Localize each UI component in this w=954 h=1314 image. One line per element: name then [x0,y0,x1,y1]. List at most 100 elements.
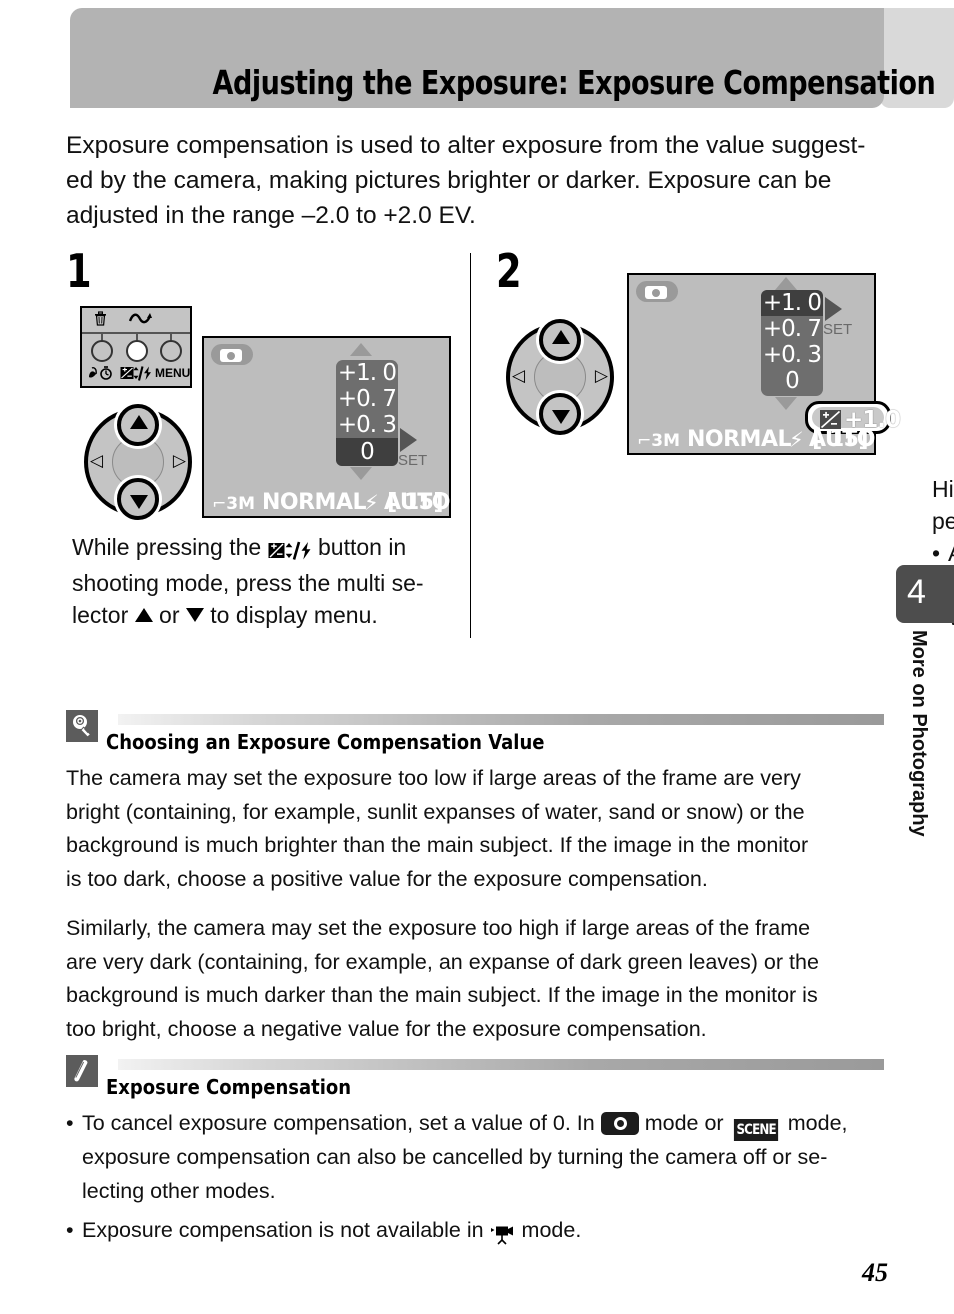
exposure-menu-step2: +1. 0 +0. 7 +0. 3 0 [761,290,823,396]
pencil-icon [66,1055,98,1087]
note-bullet-1-text-b: mode or [644,1111,724,1135]
menu-value-1[interactable]: +0. 7 [761,316,823,342]
note-bullet-1-line-2: exposure compensation can also be cancel… [82,1145,828,1169]
caption-1-text-a: While pressing the [72,534,262,560]
trash-icon [94,311,107,330]
lightbulb-icon [66,710,98,742]
trash-icon-svg [95,311,106,326]
steps-section: 1 MENU ◁ ▷ +1. 0 +0. 7 +0. 3 0 SET ⌐3M N… [60,248,954,640]
note-bullet-1-text-a: To cancel exposure compensation, set a v… [82,1111,595,1135]
steps-divider [470,253,471,638]
chapter-label: More on Photography [908,630,930,837]
camera-mode-icon [645,286,667,299]
button-macro-selftimer[interactable] [91,340,113,362]
note-bullet-2-line-1: • Exposure compensation is not available… [66,1214,884,1252]
menu-value-2[interactable]: +0. 3 [336,412,398,438]
note-bullet-2-text-b: mode. [521,1218,582,1242]
caption-1-line3-a: lector [72,602,129,628]
lcd-scroll-down-icon-step1 [350,467,372,480]
note-header-bar [118,1059,884,1070]
lcd-set-arrow-icon-step1 [400,428,417,452]
note-p1-line2: bright (containing, for example, sunlit … [66,799,805,824]
menu-value-1[interactable]: +0. 7 [336,386,398,412]
note-bullet-2-text-a: Exposure compensation is not available i… [82,1218,484,1242]
status-frame-count-step2: [ 15] [812,427,868,452]
note-body: • To cancel exposure compensation, set a… [66,1107,884,1258]
note-bullet-2: • Exposure compensation is not available… [66,1214,884,1252]
note-bullet-1-text-c: mode, [787,1111,848,1135]
menu-value-3[interactable]: 0 [761,368,823,394]
multi-selector-dial-step1[interactable]: ◁ ▷ [84,404,192,520]
intro-line-1: Exposure compensation is used to alter e… [66,132,866,159]
lcd-scroll-down-icon-step2 [775,397,797,410]
camera-mode-icon [600,1112,639,1135]
dial-right-arrow-icon[interactable]: ▷ [595,368,608,385]
note-p2-line2: are very dark (containing, for example, … [66,949,819,974]
step-2: 2 ◁ ▷ +1. 0 +0. 7 +0. 3 0 SET +1.0 ⌐3M N… [496,248,954,630]
menu-value-0[interactable]: +1. 0 [336,360,398,386]
step-1-caption-line-1: While pressing the button in [72,531,464,567]
lcd-monitor-step2: +1. 0 +0. 7 +0. 3 0 SET +1.0 ⌐3M NORMAL … [627,273,901,455]
bullet-dot: • [66,1218,74,1242]
lcd-scroll-up-icon-step2 [775,277,797,290]
status-flash-bolt-icon-step1: ⚡ [364,491,379,515]
status-flash-bolt-icon-step2: ⚡ [789,428,804,452]
step-1: 1 MENU ◁ ▷ +1. 0 +0. 7 +0. 3 0 SET ⌐3M N… [66,248,466,628]
note-p1-line3: background is much brighter than the mai… [66,833,809,857]
label-exposure-flash-icon [120,366,152,385]
caption-1-line3-b: to display menu. [210,602,378,628]
lcd-status-bar-step2: ⌐3M NORMAL ⚡ AUTO [ 15] [629,423,875,453]
lcd-mode-badge-step2 [636,281,678,302]
status-frame-count-step1: [ 15] [387,490,443,515]
page-title-bar: Adjusting the Exposure: Exposure Compens… [70,8,936,108]
chapter-tab: 4 [896,565,954,623]
pencil-icon-svg [73,1058,89,1083]
menu-value-3-selected[interactable]: 0 [336,438,398,466]
label-macro-selftimer-icon [87,366,113,384]
menu-value-2[interactable]: +0. 3 [761,342,823,368]
transfer-icon [128,311,153,329]
menu-value-0-selected[interactable]: +1. 0 [761,290,823,316]
note-p2-line1: Similarly, the camera may set the exposu… [66,916,811,940]
dial-left-arrow-icon[interactable]: ◁ [512,368,525,385]
step-1-caption-line-3: lector or to display menu. [72,599,464,631]
down-triangle-icon [185,608,204,622]
note-p1-line4: is too dark, choose a positive value for… [66,866,708,891]
button-menu[interactable] [160,340,182,362]
note-paragraph-2: Similarly, the camera may set the exposu… [66,912,884,1046]
step-2-caption-line-2: pensation value. [932,508,954,534]
dial-left-arrow-icon[interactable]: ◁ [90,453,103,470]
lcd-status-bar-step1: ⌐3M NORMAL ⚡ AUTO [ 15] [204,486,450,516]
note-title: Exposure Compensation [106,1075,352,1099]
note-bullet-1: • To cancel exposure compensation, set a… [66,1107,884,1208]
camera-mode-icon [220,349,242,362]
lcd-monitor-step1: +1. 0 +0. 7 +0. 3 0 SET ⌐3M NORMAL ⚡ AUT… [202,336,451,518]
dial-right-arrow-icon[interactable]: ▷ [173,453,186,470]
multi-selector-dial-step2[interactable]: ◁ ▷ [506,319,614,435]
note-bullet-1-line-1: • To cancel exposure compensation, set a… [66,1107,884,1141]
note-title: Choosing an Exposure Compensation Value [106,730,545,754]
note-p2-line4: too bright, choose a negative value for … [66,1016,707,1041]
lcd-scroll-up-icon-step1 [350,343,372,356]
lcd-mode-badge-step1 [211,344,253,365]
button-exposure-flash[interactable] [126,340,148,362]
step-2-bullet-text-a: At values other than 0, the [948,540,954,566]
note-header-bar [118,714,884,725]
note-p1-line1: The camera may set the exposure too low … [66,766,801,790]
step-2-caption-line-1: Highlight desired exposure com- [932,476,954,502]
ev-flash-button-icon [268,535,312,567]
caption-1-line3-mid: or [159,602,180,628]
chapter-number: 4 [907,573,926,611]
manual-page: Adjusting the Exposure: Exposure Compens… [0,0,954,1314]
intro-line-3: adjusted in the range –2.0 to +2.0 EV. [66,202,476,229]
status-resolution-step1: ⌐3M [212,494,255,514]
intro-paragraph: Exposure compensation is used to alter e… [66,128,884,233]
lcd-set-label-step2: SET [823,321,853,338]
step-1-caption-line-2: shooting mode, press the multi se- [72,570,424,596]
movie-mode-icon [490,1218,516,1252]
note-bullet-1-line-3: lecting other modes. [82,1178,276,1203]
lightbulb-icon-svg [72,714,92,738]
note-p2-line3: background is much darker than the main … [66,983,818,1007]
macro-selftimer-icon-svg [89,366,112,380]
bullet-dot: • [66,1111,74,1135]
